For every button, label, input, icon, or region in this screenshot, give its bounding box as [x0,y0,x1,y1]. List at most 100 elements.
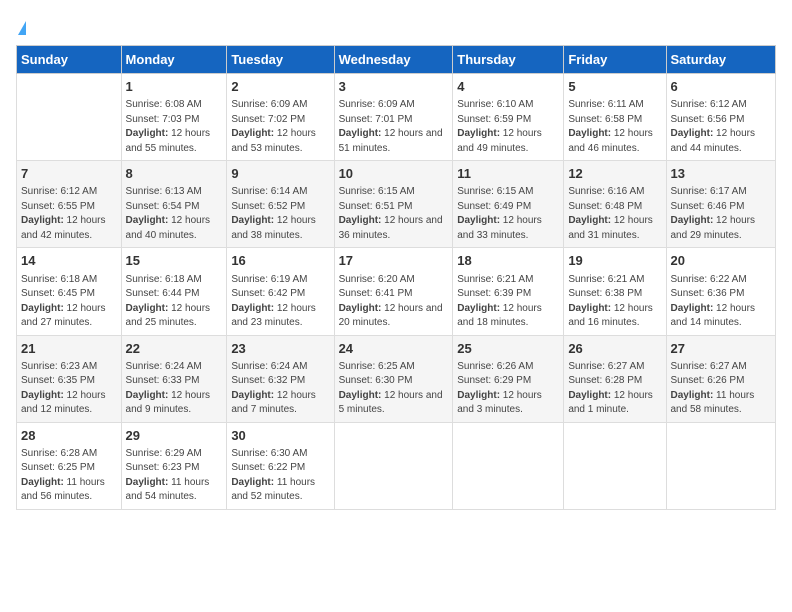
day-cell: 28 Sunrise: 6:28 AMSunset: 6:25 PMDayligh… [17,422,122,509]
day-cell [564,422,666,509]
day-info: Sunrise: 6:29 AMSunset: 6:23 PMDaylight:… [126,447,223,505]
daylight-label: Daylight: [339,390,382,401]
daylight-label: Daylight: [21,477,64,488]
day-cell: 21Sunrise: 6:23 AMSunset: 6:35 PMDayligh… [17,335,122,422]
day-number: 8 [126,165,223,183]
day-number: 9 [231,165,329,183]
day-number: 17 [339,252,449,270]
logo-icon [18,21,26,35]
week-row-2: 7Sunrise: 6:12 AMSunset: 6:55 PMDaylight… [17,161,776,248]
day-cell: 24 Sunrise: 6:25 AMSunset: 6:30 PMDayligh… [334,335,453,422]
daylight-label: Daylight: [126,390,169,401]
day-number: 20 [671,252,772,270]
day-info: Sunrise: 6:18 AMSunset: 6:45 PMDaylight:… [21,273,117,331]
daylight-label: Daylight: [568,303,611,314]
day-cell: 7Sunrise: 6:12 AMSunset: 6:55 PMDaylight… [17,161,122,248]
day-number: 22 [126,340,223,358]
day-cell: 9Sunrise: 6:14 AMSunset: 6:52 PMDaylight… [227,161,334,248]
daylight-label: Daylight: [671,390,714,401]
day-number: 19 [568,252,661,270]
day-number: 29 [126,427,223,445]
daylight-label: Daylight: [457,303,500,314]
col-header-wednesday: Wednesday [334,46,453,74]
col-header-thursday: Thursday [453,46,564,74]
daylight-label: Daylight: [126,303,169,314]
day-number: 10 [339,165,449,183]
col-header-monday: Monday [121,46,227,74]
daylight-label: Daylight: [231,477,274,488]
day-number: 28 [21,427,117,445]
day-number: 23 [231,340,329,358]
day-number: 11 [457,165,559,183]
header [16,16,776,37]
day-number: 15 [126,252,223,270]
day-cell [334,422,453,509]
day-info: Sunrise: 6:30 AMSunset: 6:22 PMDaylight:… [231,447,329,505]
daylight-label: Daylight: [339,303,382,314]
day-info: Sunrise: 6:27 AMSunset: 6:26 PMDaylight:… [671,360,772,418]
day-info: Sunrise: 6:12 AMSunset: 6:56 PMDaylight:… [671,98,772,156]
day-number: 13 [671,165,772,183]
col-header-saturday: Saturday [666,46,776,74]
daylight-label: Daylight: [231,128,274,139]
day-cell: 11 Sunrise: 6:15 AMSunset: 6:49 PMDayligh… [453,161,564,248]
day-info: Sunrise: 6:16 AMSunset: 6:48 PMDaylight:… [568,185,661,243]
day-cell: 5Sunrise: 6:11 AMSunset: 6:58 PMDaylight… [564,74,666,161]
calendar-table: SundayMondayTuesdayWednesdayThursdayFrid… [16,45,776,510]
day-number: 30 [231,427,329,445]
day-cell [666,422,776,509]
daylight-label: Daylight: [21,303,64,314]
day-cell: 14Sunrise: 6:18 AMSunset: 6:45 PMDayligh… [17,248,122,335]
day-info: Sunrise: 6:27 AMSunset: 6:28 PMDaylight:… [568,360,661,418]
day-info: Sunrise: 6:15 AMSunset: 6:49 PMDaylight:… [457,185,559,243]
header-row: SundayMondayTuesdayWednesdayThursdayFrid… [17,46,776,74]
day-info: Sunrise: 6:24 AMSunset: 6:33 PMDaylight:… [126,360,223,418]
day-number: 24 [339,340,449,358]
daylight-label: Daylight: [231,303,274,314]
day-cell: 6Sunrise: 6:12 AMSunset: 6:56 PMDaylight… [666,74,776,161]
day-cell: 26 Sunrise: 6:27 AMSunset: 6:28 PMDayligh… [564,335,666,422]
day-number: 3 [339,78,449,96]
day-cell: 27Sunrise: 6:27 AMSunset: 6:26 PMDayligh… [666,335,776,422]
daylight-label: Daylight: [671,215,714,226]
daylight-label: Daylight: [457,215,500,226]
day-info: Sunrise: 6:08 AMSunset: 7:03 PMDaylight:… [126,98,223,156]
day-cell: 25Sunrise: 6:26 AMSunset: 6:29 PMDayligh… [453,335,564,422]
day-number: 2 [231,78,329,96]
day-number: 18 [457,252,559,270]
day-info: Sunrise: 6:21 AMSunset: 6:39 PMDaylight:… [457,273,559,331]
day-cell: 20 Sunrise: 6:22 AMSunset: 6:36 PMDayligh… [666,248,776,335]
day-info: Sunrise: 6:22 AMSunset: 6:36 PMDaylight:… [671,273,772,331]
day-cell: 23 Sunrise: 6:24 AMSunset: 6:32 PMDayligh… [227,335,334,422]
daylight-label: Daylight: [457,128,500,139]
daylight-label: Daylight: [568,128,611,139]
day-cell: 17Sunrise: 6:20 AMSunset: 6:41 PMDayligh… [334,248,453,335]
daylight-label: Daylight: [231,390,274,401]
daylight-label: Daylight: [21,215,64,226]
daylight-label: Daylight: [126,128,169,139]
week-row-1: 1Sunrise: 6:08 AMSunset: 7:03 PMDaylight… [17,74,776,161]
day-cell [17,74,122,161]
day-cell: 10 Sunrise: 6:15 AMSunset: 6:51 PMDayligh… [334,161,453,248]
day-number: 5 [568,78,661,96]
daylight-label: Daylight: [21,390,64,401]
day-info: Sunrise: 6:15 AMSunset: 6:51 PMDaylight:… [339,185,449,243]
daylight-label: Daylight: [568,215,611,226]
day-cell: 8Sunrise: 6:13 AMSunset: 6:54 PMDaylight… [121,161,227,248]
daylight-label: Daylight: [339,128,382,139]
day-cell: 13 Sunrise: 6:17 AMSunset: 6:46 PMDayligh… [666,161,776,248]
week-row-3: 14Sunrise: 6:18 AMSunset: 6:45 PMDayligh… [17,248,776,335]
daylight-label: Daylight: [671,128,714,139]
day-number: 26 [568,340,661,358]
day-info: Sunrise: 6:24 AMSunset: 6:32 PMDaylight:… [231,360,329,418]
day-number: 12 [568,165,661,183]
day-info: Sunrise: 6:17 AMSunset: 6:46 PMDaylight:… [671,185,772,243]
day-cell [453,422,564,509]
daylight-label: Daylight: [231,215,274,226]
day-cell: 29 Sunrise: 6:29 AMSunset: 6:23 PMDayligh… [121,422,227,509]
day-info: Sunrise: 6:09 AMSunset: 7:02 PMDaylight:… [231,98,329,156]
day-info: Sunrise: 6:28 AMSunset: 6:25 PMDaylight:… [21,447,117,505]
daylight-label: Daylight: [457,390,500,401]
day-info: Sunrise: 6:25 AMSunset: 6:30 PMDaylight:… [339,360,449,418]
day-info: Sunrise: 6:19 AMSunset: 6:42 PMDaylight:… [231,273,329,331]
